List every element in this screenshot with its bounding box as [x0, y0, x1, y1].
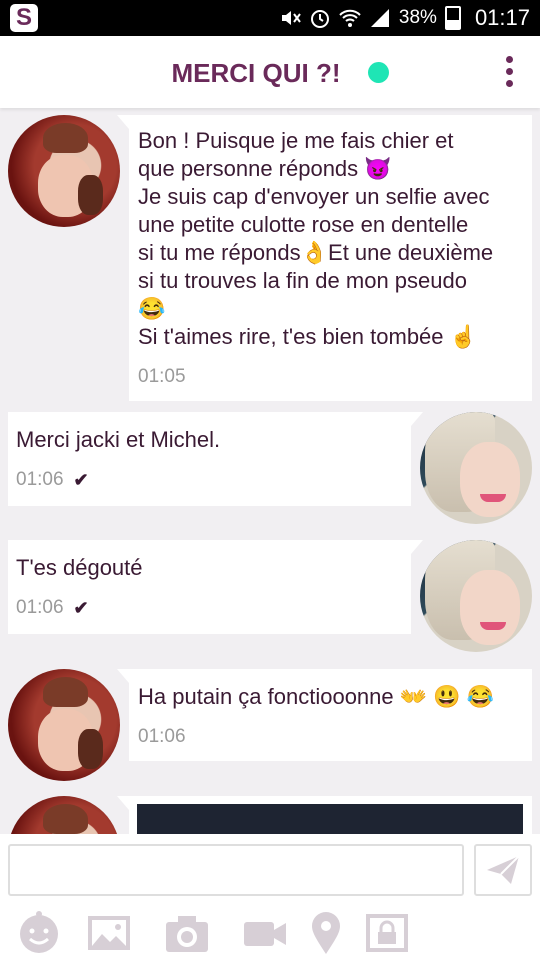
- composer-bar: [0, 834, 540, 960]
- message-time: 01:06: [138, 726, 186, 747]
- message-time: 01:06: [16, 597, 64, 618]
- message-bubble-incoming[interactable]: Bon ! Puisque je me fais chier et que pe…: [117, 115, 532, 401]
- chat-header: MERCI QUI ?!: [0, 36, 540, 108]
- message-text: T'es dégouté: [16, 555, 143, 580]
- send-button[interactable]: [474, 844, 532, 896]
- emoji-face-icon[interactable]: [16, 910, 62, 956]
- message-bubble-incoming[interactable]: Ha putain ça fonctiooonne 👐 😃 😂 01:06: [117, 669, 532, 761]
- image-attachment[interactable]: [137, 804, 523, 834]
- user-avatar[interactable]: [420, 412, 532, 524]
- overflow-menu-icon[interactable]: [504, 56, 514, 90]
- message-bubble-outgoing[interactable]: Merci jacki et Michel. 01:06 ✔: [8, 412, 423, 506]
- signal-icon: [370, 9, 389, 27]
- check-icon: ✔: [73, 470, 89, 490]
- contact-avatar[interactable]: [8, 796, 120, 834]
- video-icon[interactable]: [242, 910, 288, 956]
- wifi-icon: [339, 9, 361, 27]
- send-icon: [487, 855, 520, 884]
- message-time: 01:05: [138, 366, 186, 387]
- battery-percentage: 38%: [398, 7, 437, 28]
- message-time: 01:06: [16, 469, 64, 490]
- contact-avatar[interactable]: [8, 115, 120, 227]
- message-list[interactable]: Bon ! Puisque je me fais chier et que pe…: [0, 108, 540, 834]
- gallery-icon[interactable]: [86, 910, 132, 956]
- status-bar: S 38% 01:17: [0, 0, 540, 36]
- message-text: Ha putain ça fonctiooonne 👐 😃 😂: [138, 684, 495, 709]
- message-text: Merci jacki et Michel.: [16, 427, 221, 452]
- check-icon: ✔: [73, 598, 89, 618]
- conversation-title[interactable]: MERCI QUI ?!: [0, 58, 540, 89]
- private-photo-lock-icon[interactable]: [364, 910, 410, 956]
- mute-icon: [281, 11, 301, 25]
- online-status-icon: [368, 62, 389, 83]
- message-bubble-outgoing[interactable]: T'es dégouté 01:06 ✔: [8, 540, 423, 634]
- battery-icon: [444, 6, 461, 30]
- app-logo-icon: S: [10, 4, 38, 32]
- alarm-icon: [310, 10, 329, 28]
- camera-icon[interactable]: [164, 910, 210, 956]
- location-icon[interactable]: [303, 910, 349, 956]
- message-text: Bon ! Puisque je me fais chier et que pe…: [138, 128, 494, 349]
- message-input[interactable]: [8, 844, 464, 896]
- attachment-toolbar: [0, 906, 540, 960]
- user-avatar[interactable]: [420, 540, 532, 652]
- contact-avatar[interactable]: [8, 669, 120, 781]
- clock: 01:17: [474, 5, 530, 30]
